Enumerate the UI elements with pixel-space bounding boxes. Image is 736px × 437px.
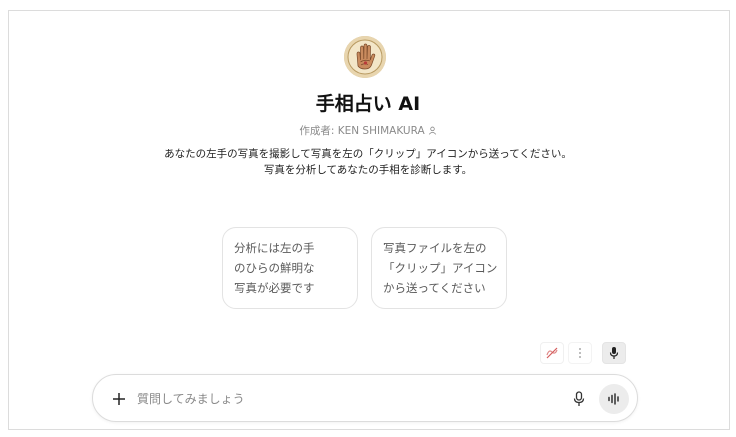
microphone-icon xyxy=(609,347,619,359)
gpt-avatar xyxy=(344,36,386,78)
suggestion-text: のひらの鮮明な xyxy=(234,261,315,275)
suggestion-text: 写真が必要です xyxy=(234,281,315,295)
more-button[interactable] xyxy=(568,342,592,364)
message-composer xyxy=(92,374,638,422)
dictate-button[interactable] xyxy=(567,387,591,411)
muted-extension-icon xyxy=(546,347,558,359)
palm-reading-hand-icon xyxy=(344,36,386,78)
microphone-icon xyxy=(573,391,585,406)
muted-extension-button[interactable] xyxy=(540,342,564,364)
attach-button[interactable] xyxy=(107,387,131,411)
author-text[interactable]: 作成者: KEN SHIMAKURA xyxy=(299,125,424,137)
extension-mic-button[interactable] xyxy=(602,342,626,364)
gpt-title: 手相占い AI xyxy=(315,93,421,115)
gpt-description: あなたの左手の写真を撮影して写真を左の「クリップ」アイコンから送ってください。 … xyxy=(0,146,736,178)
suggestion-card-2[interactable]: 写真ファイルを左の 「クリップ」アイコン から送ってください xyxy=(371,227,507,309)
description-line-1: あなたの左手の写真を撮影して写真を左の「クリップ」アイコンから送ってください。 xyxy=(164,148,572,160)
suggestion-text: から送ってください xyxy=(383,281,486,295)
description-line-2: 写真を分析してあなたの手相を診断します。 xyxy=(263,164,473,176)
more-vertical-icon xyxy=(579,348,581,358)
person-icon xyxy=(428,126,437,138)
suggestion-text: 分析には左の手 xyxy=(234,241,315,255)
gpt-author[interactable]: 作成者: KEN SHIMAKURA xyxy=(0,123,736,138)
plus-icon xyxy=(113,393,125,405)
prompt-input[interactable] xyxy=(137,389,537,409)
suggestion-text: 写真ファイルを左の xyxy=(383,241,487,255)
suggestion-card-1[interactable]: 分析には左の手 のひらの鮮明な 写真が必要です xyxy=(222,227,358,309)
extension-toolbar xyxy=(540,342,626,364)
voice-mode-icon xyxy=(608,393,619,405)
suggestion-text: 「クリップ」アイコン xyxy=(383,261,498,275)
voice-mode-button[interactable] xyxy=(599,384,629,414)
